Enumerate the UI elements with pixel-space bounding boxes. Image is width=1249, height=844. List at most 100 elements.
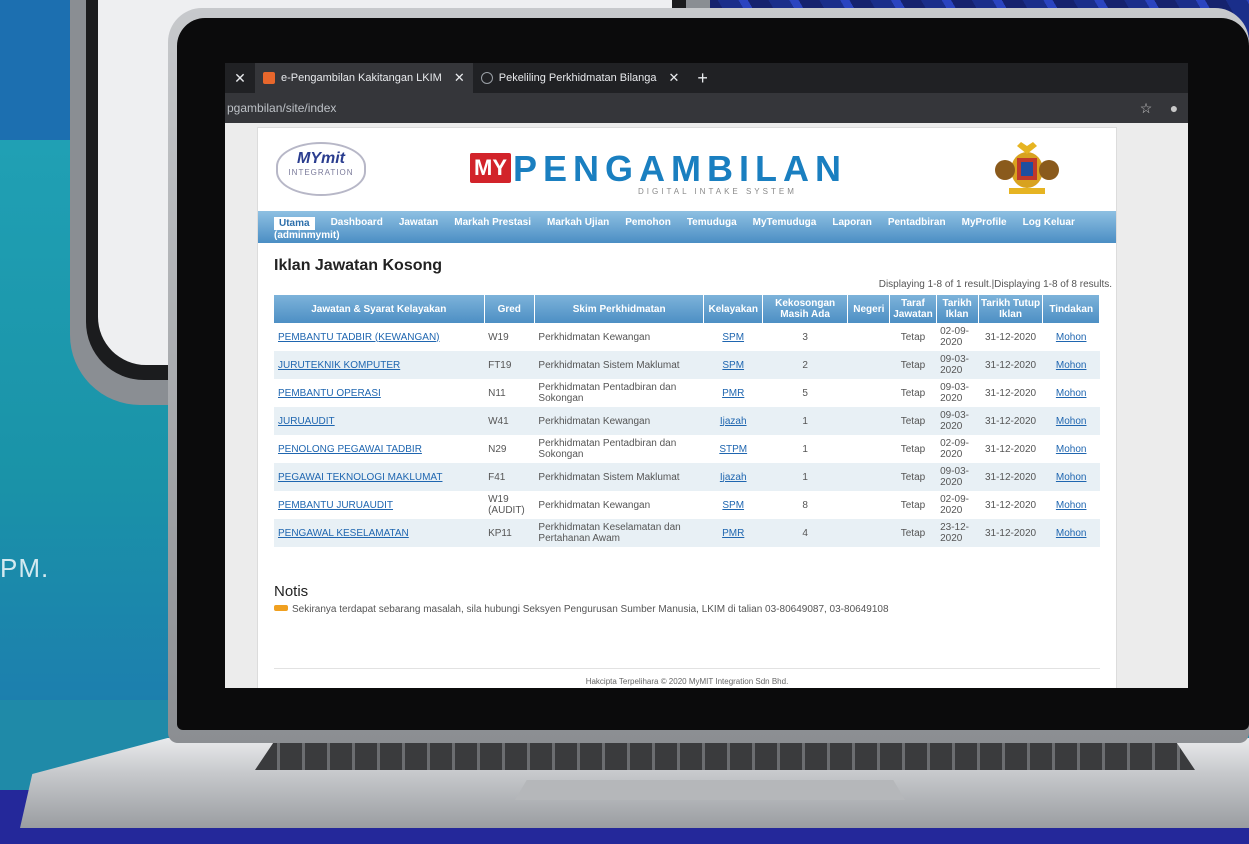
qualification-link[interactable]: SPM (722, 500, 744, 511)
close-icon[interactable]: ✕ (454, 70, 465, 86)
qualification-link[interactable]: PMR (722, 388, 744, 399)
job-title-link[interactable]: JURUTEKNIK KOMPUTER (278, 360, 400, 371)
cell-skim: Perkhidmatan Sistem Maklumat (534, 351, 704, 379)
cell-tarikh-tutup: 31-12-2020 (978, 463, 1043, 491)
qualification-link[interactable]: PMR (722, 528, 744, 539)
mymit-logo-text: MYmit (297, 150, 345, 167)
column-header[interactable]: Jawatan & Syarat Kelayakan (274, 295, 485, 323)
table-row: PEMBANTU JURUAUDIT W19 (AUDIT) Perkhidmata… (274, 491, 1100, 519)
cell-taraf: Tetap (900, 387, 926, 399)
cell-tarikh-iklan: 09-03-2020 (936, 463, 979, 491)
nav-myprofile[interactable]: MyProfile (962, 217, 1007, 230)
nav-jawatan[interactable]: Jawatan (399, 217, 438, 230)
column-header[interactable]: Tarikh Iklan (936, 295, 979, 323)
cell-tarikh-tutup: 31-12-2020 (984, 331, 1037, 343)
job-title-link[interactable]: PEGAWAI TEKNOLOGI MAKLUMAT (278, 472, 442, 483)
cell-jawatan: PEMBANTU OPERASI (274, 379, 484, 407)
column-header[interactable]: Kelayakan (703, 295, 763, 323)
column-header[interactable]: Kekosongan Masih Ada (762, 295, 849, 323)
cell-gred: N11 (488, 387, 506, 399)
nav-markah-ujian[interactable]: Markah Ujian (547, 217, 609, 230)
job-title-link[interactable]: PEMBANTU TADBIR (KEWANGAN) (278, 332, 440, 343)
apply-link[interactable]: Mohon (1056, 416, 1087, 427)
cell-tarikh-tutup: 31-12-2020 (984, 443, 1037, 455)
cell-negeri (848, 435, 890, 463)
close-icon[interactable]: ✕ (669, 70, 680, 86)
column-header[interactable]: Tarikh Tutup Iklan (978, 295, 1044, 323)
cell-tarikh-iklan: 23-12-2020 (936, 519, 979, 547)
cell-negeri (847, 351, 890, 379)
table-row: JURUAUDIT W41 Perkhidmatan Kewangan Ijazah 1… (274, 407, 1100, 435)
cell-gred: N29 (488, 443, 507, 455)
job-title-link[interactable]: PEMBANTU JURUAUDIT (278, 500, 393, 511)
cell-tindakan: Mohon (1042, 351, 1100, 379)
close-icon[interactable]: ✕ (225, 70, 255, 87)
column-header[interactable]: Negeri (847, 295, 891, 323)
qualification-link[interactable]: Ijazah (720, 472, 747, 483)
job-title-link[interactable]: JURUAUDIT (278, 416, 335, 427)
table-row: PEMBANTU TADBIR (KEWANGAN) W19 Perkhidmata… (274, 323, 1100, 351)
qualification-link[interactable]: SPM (722, 332, 744, 343)
nav-username[interactable]: (adminmymit) (274, 230, 340, 241)
site-footer: Hakcipta Terpelihara © 2020 MyMIT Integr… (274, 668, 1100, 686)
qualification-link[interactable]: SPM (722, 360, 744, 371)
notice-body: Sekiranya terdapat sebarang masalah, sil… (292, 604, 889, 615)
nav-utama[interactable]: Utama (274, 217, 315, 230)
tab-pekeliling[interactable]: Pekeliling Perkhidmatan Bilanga ✕ (473, 63, 688, 93)
web-page: MYmit INTEGRATION MY PENGAMBILAN DIGITAL … (257, 127, 1117, 688)
job-title-link[interactable]: PENOLONG PEGAWAI TADBIR (278, 444, 422, 455)
apply-link[interactable]: Mohon (1056, 528, 1087, 539)
nav-laporan[interactable]: Laporan (832, 217, 871, 230)
nav-pemohon[interactable]: Pemohon (625, 217, 671, 230)
cell-skim: Perkhidmatan Keselamatan dan Pertahanan … (534, 519, 704, 547)
job-title-link[interactable]: PENGAWAL KESELAMATAN (278, 528, 409, 539)
apply-link[interactable]: Mohon (1056, 388, 1087, 399)
nav-mytemuduga[interactable]: MyTemuduga (753, 217, 817, 230)
extension-icon[interactable]: ● (1160, 100, 1188, 116)
qualification-link[interactable]: Ijazah (720, 416, 747, 427)
cell-jawatan: PENGAWAL KESELAMATAN (274, 519, 485, 547)
notice-section: Notis Sekiranya terdapat sebarang masala… (258, 547, 1116, 615)
background-side-text: PM. (0, 553, 50, 583)
apply-link[interactable]: Mohon (1056, 360, 1087, 371)
cell-gred: W19 (AUDIT) (488, 494, 525, 516)
cell-negeri (848, 491, 890, 519)
nav-log-keluar[interactable]: Log Keluar (1023, 217, 1075, 230)
column-header[interactable]: Gred (484, 295, 535, 323)
mymit-logo-subtext: INTEGRATION (288, 168, 354, 177)
cell-jawatan: PENOLONG PEGAWAI TADBIR (274, 435, 484, 463)
site-title-text: PENGAMBILAN (513, 148, 847, 189)
page-title: Iklan Jawatan Kosong (274, 257, 443, 274)
cell-taraf: Tetap (889, 351, 937, 379)
nav-dashboard[interactable]: Dashboard (331, 217, 383, 230)
cell-kekosongan: 3 (802, 331, 808, 343)
nav-markah-prestasi[interactable]: Markah Prestasi (454, 217, 531, 230)
new-tab-icon[interactable]: + (687, 68, 718, 89)
cell-tindakan: Mohon (1043, 323, 1100, 351)
cell-skim: Perkhidmatan Pentadbiran dan Sokongan (538, 438, 677, 460)
apply-link[interactable]: Mohon (1056, 472, 1087, 483)
cell-negeri (848, 323, 890, 351)
laptop-trackpad (515, 780, 905, 800)
column-header[interactable]: Taraf Jawatan (889, 295, 937, 323)
notice-text: Sekiranya terdapat sebarang masalah, sil… (274, 604, 1100, 615)
mymit-logo[interactable]: MYmit INTEGRATION (276, 142, 366, 196)
column-header[interactable]: Skim Perkhidmatan (534, 295, 705, 323)
nav-temuduga[interactable]: Temuduga (687, 217, 737, 230)
cell-tarikh-tutup: 31-12-2020 (984, 499, 1037, 511)
apply-link[interactable]: Mohon (1056, 500, 1087, 511)
tab-bar: ✕ e-Pengambilan Kakitangan LKIM ✕ Pekeli… (225, 63, 1188, 93)
cell-kekosongan: 5 (802, 387, 808, 399)
job-title-link[interactable]: PEMBANTU OPERASI (278, 388, 381, 399)
cell-taraf: Tetap (889, 463, 937, 491)
nav-pentadbiran[interactable]: Pentadbiran (888, 217, 946, 230)
url-text[interactable]: pgambilan/site/index (225, 101, 1132, 115)
apply-link[interactable]: Mohon (1056, 444, 1087, 455)
qualification-link[interactable]: STPM (719, 444, 747, 455)
star-icon[interactable]: ☆ (1132, 100, 1160, 117)
column-header[interactable]: Tindakan (1042, 295, 1100, 323)
tab-epengambilan[interactable]: e-Pengambilan Kakitangan LKIM ✕ (255, 63, 473, 93)
cell-taraf: Tetap (900, 499, 926, 511)
address-bar[interactable]: pgambilan/site/index ☆ ● (225, 93, 1188, 123)
apply-link[interactable]: Mohon (1056, 332, 1087, 343)
